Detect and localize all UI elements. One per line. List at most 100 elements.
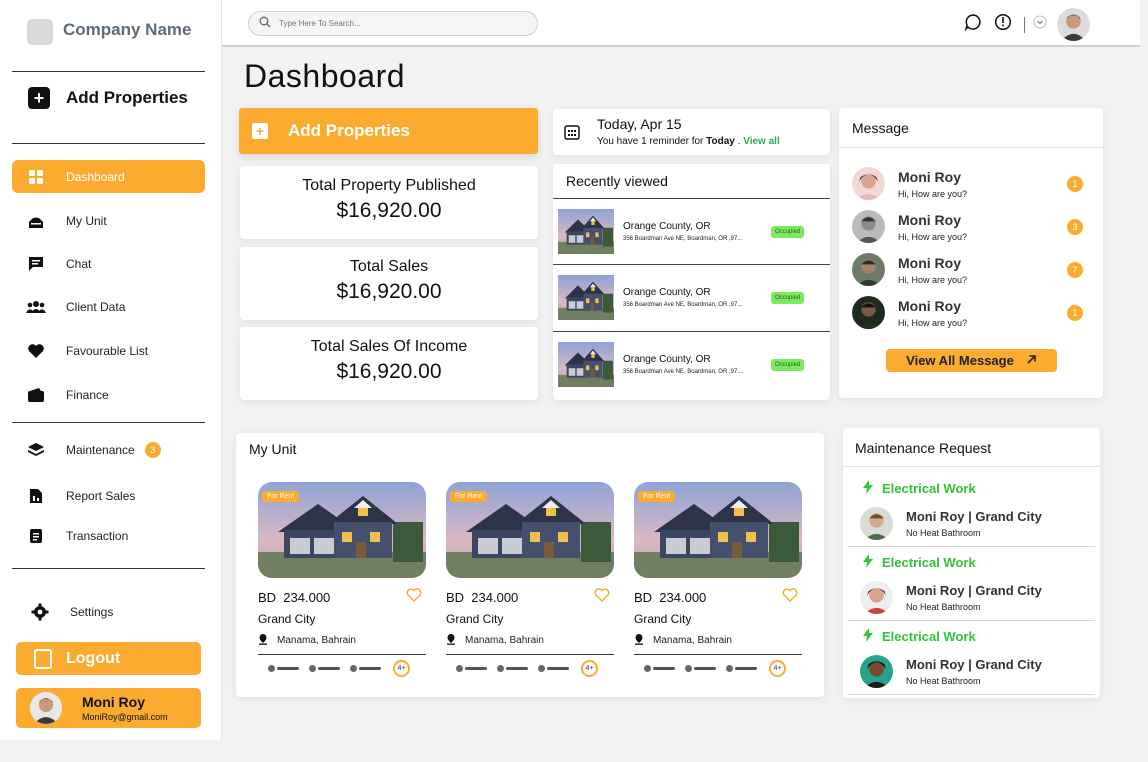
maintenance-category: Electrical Work [863,480,976,497]
unit-location: Manama, Bahrain [634,633,732,648]
plus-icon: + [252,123,268,139]
reminder-date: Today, Apr 15 [597,116,682,132]
view-all-message-button[interactable]: View All Message [886,349,1057,372]
sidebar-item-transaction[interactable]: Transaction [12,519,205,552]
divider [843,466,1100,467]
maintenance-category: Electrical Work [863,554,976,571]
avatar [860,655,893,688]
message-item[interactable]: Moni Roy Hi, How are you? 3 [852,210,1087,246]
unit-price: BD 234.000 [258,590,330,605]
list-item[interactable]: Orange County, OR 356 Boardman Ave NE, B… [553,331,830,398]
sidebar-item-my-unit[interactable]: My Unit [12,204,205,237]
issue-text: No Heat Bathroom [906,602,981,612]
amenity-indicator [497,665,528,672]
category-label: Electrical Work [882,629,976,644]
property-city: Orange County, OR [623,221,711,232]
company-name: Company Name [63,20,192,39]
add-properties-label: Add Properties [66,88,188,107]
more-amenities-badge[interactable]: 4+ [581,660,598,677]
sidebar-item-favourable-list[interactable]: Favourable List [12,334,205,367]
reminder-card: Today, Apr 15 You have 1 reminder for To… [553,109,830,155]
divider [12,568,205,569]
maintenance-item[interactable]: Electrical Work Moni Roy | Grand City No… [848,473,1095,547]
heart-icon[interactable] [406,588,422,607]
status-badge: Occupied [771,292,805,304]
page-title: Dashboard [244,58,406,94]
message-item[interactable]: Moni Roy Hi, How are you? 7 [852,253,1087,289]
message-title: Message [852,120,909,136]
unit-location: Manama, Bahrain [258,633,356,648]
amenity-indicator [456,665,487,672]
my-unit-title: My Unit [249,441,297,457]
view-all-label: View All Message [906,353,1014,368]
divider [839,147,1103,148]
wallet-icon [26,385,46,405]
alert-icon[interactable] [994,13,1012,36]
for-rent-tag: For Rent [262,491,300,502]
user-avatar[interactable] [1057,8,1090,41]
maintenance-badge: 3 [144,441,161,458]
search-bar[interactable] [248,11,538,36]
list-item[interactable]: Orange County, OR 356 Boardman Ave NE, B… [553,264,830,331]
price-value: 234.000 [659,590,707,605]
recently-viewed-title: Recently viewed [566,173,668,189]
settings-button[interactable]: Settings [12,595,205,628]
sidebar-item-client-data[interactable]: Client Data [12,290,205,323]
maintenance-request-card: Maintenance Request Electrical Work Moni… [843,428,1100,698]
sidebar-item-label: Maintenance [66,442,135,457]
chat-bubble-icon[interactable] [964,13,982,36]
sidebar-item-finance[interactable]: Finance [12,378,205,411]
requester-name: Moni Roy | Grand City [906,657,1042,672]
category-label: Electrical Work [882,555,976,570]
search-input[interactable] [279,19,519,28]
maintenance-item[interactable]: Electrical Work Moni Roy | Grand City No… [848,621,1095,695]
message-item[interactable]: Moni Roy Hi, How are you? 1 [852,296,1087,332]
lightning-icon [863,628,873,645]
stat-label: Total Sales Of Income [310,338,468,355]
message-card: Message Moni Roy Hi, How are you? 1 Moni… [839,108,1103,398]
heart-icon[interactable] [594,588,610,607]
sidebar-item-dashboard[interactable]: Dashboard [12,160,205,193]
avatar [30,692,62,724]
divider [848,694,1095,695]
list-item[interactable]: Orange County, OR 356 Boardman Ave NE, B… [553,198,830,265]
more-amenities-badge[interactable]: 4+ [769,660,786,677]
heart-icon[interactable] [782,588,798,607]
logout-icon [34,648,52,669]
avatar [860,507,893,540]
maintenance-item[interactable]: Electrical Work Moni Roy | Grand City No… [848,547,1095,621]
user-profile[interactable]: Moni Roy MoniRoy@gmail.com [16,688,201,728]
unread-count-badge: 1 [1067,305,1083,321]
sidebar-item-maintenance[interactable]: Maintenance 3 [12,433,205,466]
divider [12,422,205,423]
arrow-up-right-icon [1026,353,1037,368]
location-text: Manama, Bahrain [277,635,356,646]
add-properties-label: Add Properties [288,121,410,140]
unit-city: Grand City [634,612,692,626]
home-icon [26,211,46,231]
issue-text: No Heat Bathroom [906,528,981,538]
currency: BD [446,590,465,605]
more-amenities-badge[interactable]: 4+ [393,660,410,677]
reminder-text: You have 1 reminder for Today . View all [597,136,780,147]
map-pin-icon [634,633,644,648]
add-properties-button[interactable]: + Add Properties [239,108,538,154]
category-label: Electrical Work [882,481,976,496]
requester-name: Moni Roy | Grand City [906,583,1042,598]
amenity-indicator [309,665,340,672]
sidebar-item-label: My Unit [66,213,107,228]
amenity-indicator [726,665,757,672]
receipt-icon [26,526,46,546]
sidebar-item-chat[interactable]: Chat [12,247,205,280]
chevron-down-icon[interactable] [1033,15,1047,34]
layers-icon [26,440,46,460]
sidebar-add-properties-button[interactable]: + Add Properties [28,87,188,109]
currency: BD [634,590,653,605]
company-logo [27,19,53,45]
property-city: Orange County, OR [623,287,711,298]
message-item[interactable]: Moni Roy Hi, How are you? 1 [852,167,1087,203]
view-all-link[interactable]: View all [743,136,780,147]
sidebar-item-label: Chat [66,256,92,271]
sidebar-item-report-sales[interactable]: Report Sales [12,479,205,512]
logout-button[interactable]: Logout [16,642,201,675]
